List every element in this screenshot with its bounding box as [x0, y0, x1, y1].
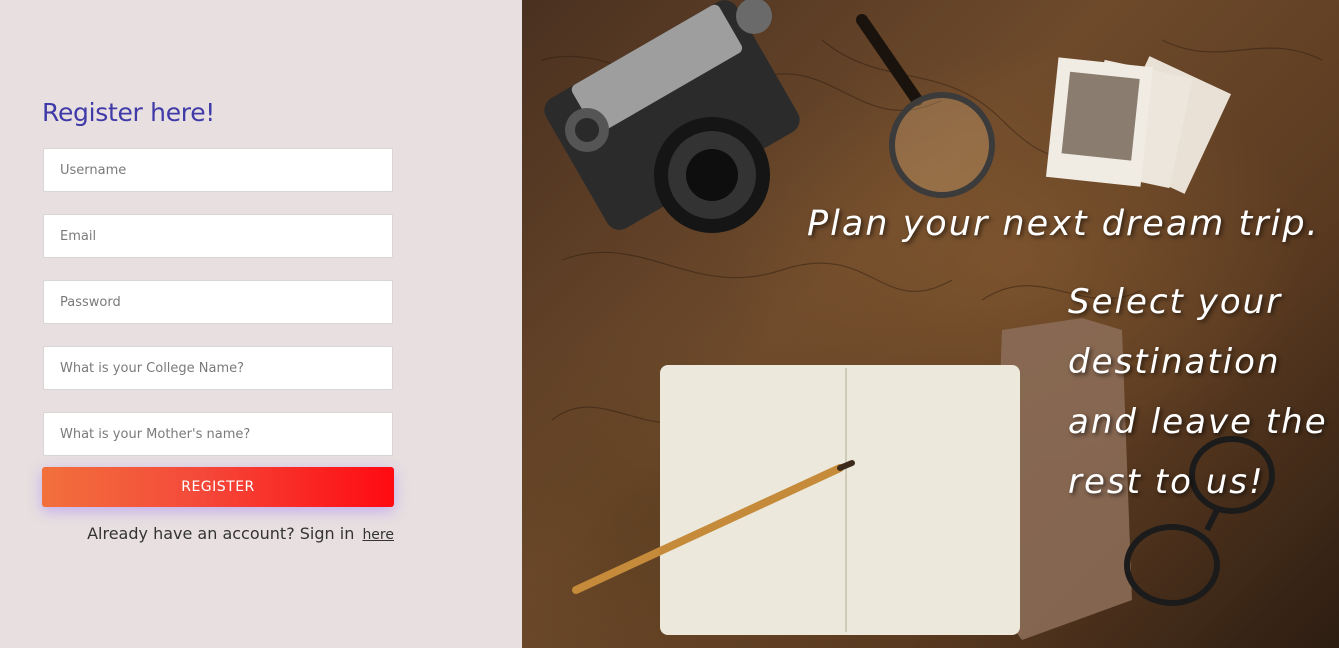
email-input[interactable] — [43, 214, 393, 258]
register-button[interactable]: REGISTER — [42, 467, 394, 507]
hero-tagline: Select your destination and leave the re… — [1068, 282, 1328, 502]
camera-illustration — [544, 0, 800, 233]
mother-name-input[interactable] — [43, 412, 393, 456]
signin-prompt: Already have an account? Sign in here — [87, 524, 394, 543]
signin-link[interactable]: here — [362, 527, 394, 543]
form-title: Register here! — [42, 98, 216, 127]
notebook-illustration — [660, 365, 1020, 635]
college-name-input[interactable] — [43, 346, 393, 390]
postcards-illustration — [1045, 56, 1232, 194]
username-input[interactable] — [43, 148, 393, 192]
hero-headline: Plan your next dream trip. — [807, 204, 1320, 244]
signin-prompt-text: Already have an account? Sign in — [87, 524, 355, 543]
password-input[interactable] — [43, 280, 393, 324]
register-page: Register here! REGISTER Already have an … — [0, 0, 1339, 648]
register-panel: Register here! REGISTER Already have an … — [0, 0, 522, 648]
hero-panel: Plan your next dream trip. Select your d… — [522, 0, 1339, 648]
